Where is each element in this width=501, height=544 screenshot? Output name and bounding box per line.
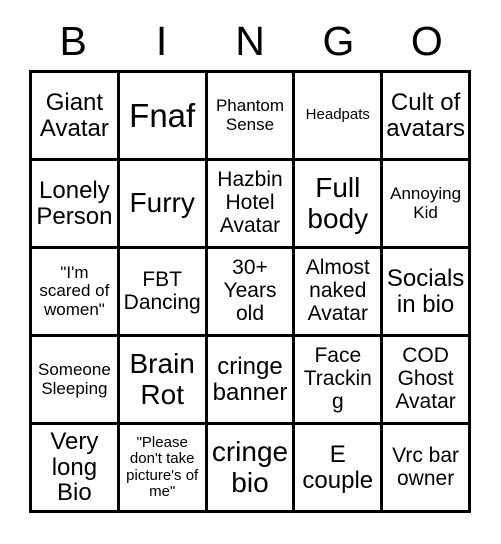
bingo-cell-label: FBT Dancing: [123, 267, 201, 314]
bingo-cell-label: 30+ Years old: [223, 256, 277, 325]
bingo-cell-r3c1[interactable]: "I'm scared of women": [32, 249, 120, 337]
bingo-cell-label: Very long Bio: [50, 427, 99, 507]
bingo-cell-r5c4[interactable]: E couple: [295, 425, 384, 513]
bingo-cell-r4c2[interactable]: Brain Rot: [119, 337, 208, 425]
bingo-cell-label: Socials in bio: [386, 264, 465, 318]
bingo-header-letter-i: I: [155, 18, 168, 64]
bingo-cell-label: "I'm scared of women": [39, 262, 110, 319]
bingo-cell-r4c5[interactable]: COD Ghost Avatar: [383, 337, 471, 425]
bingo-cell-label: "Please don't take picture's of me": [126, 434, 199, 500]
bingo-cell-r1c1[interactable]: Giant Avatar: [32, 73, 120, 161]
bingo-cell-label: Someone Sleeping: [38, 360, 111, 398]
bingo-cell-label: Cult of avatars: [386, 88, 465, 142]
bingo-cell-label: COD Ghost Avatar: [395, 344, 456, 413]
bingo-cell-r1c3[interactable]: Phantom Sense: [207, 73, 296, 161]
bingo-cell-label: Vrc bar owner: [392, 443, 460, 490]
bingo-cell-label: Headpats: [305, 106, 370, 124]
bingo-cell-r2c3[interactable]: Hazbin Hotel Avatar: [207, 161, 296, 249]
bingo-cell-r5c3[interactable]: cringe bio: [207, 425, 296, 513]
bingo-cell-r1c4[interactable]: Headpats: [295, 73, 384, 161]
bingo-cell-r2c1[interactable]: Lonely Person: [32, 161, 120, 249]
bingo-cell-label: Hazbin Hotel Avatar: [217, 168, 283, 237]
bingo-header-letter-o: O: [410, 18, 443, 64]
bingo-header-row: B I N G O: [29, 14, 471, 68]
bingo-cell-r2c5[interactable]: Annoying Kid: [383, 161, 471, 249]
bingo-cell-label: Phantom Sense: [215, 96, 285, 134]
bingo-grid: Giant Avatar Fnaf Phantom Sense Headpats Cul…: [29, 70, 471, 513]
bingo-cell-label: Giant Avatar: [39, 88, 109, 142]
bingo-cell-r3c4[interactable]: Almost naked Avatar: [295, 249, 384, 337]
bingo-cell-label: cringe banner: [212, 352, 288, 406]
bingo-cell-label: Almost naked Avatar: [305, 256, 370, 325]
bingo-cell-label: Annoying Kid: [390, 184, 462, 222]
bingo-cell-label: cringe bio: [211, 436, 289, 498]
bingo-cell-label: Face Tracking: [303, 344, 372, 413]
bingo-header-letter-g: G: [322, 18, 355, 64]
bingo-cell-r4c4[interactable]: Face Tracking: [295, 337, 384, 425]
bingo-cell-r3c5[interactable]: Socials in bio: [383, 249, 471, 337]
bingo-cell-r5c1[interactable]: Very long Bio: [32, 425, 120, 513]
bingo-cell-r4c1[interactable]: Someone Sleeping: [32, 337, 120, 425]
bingo-cell-label: Full body: [307, 172, 369, 234]
bingo-cell-r3c2[interactable]: FBT Dancing: [119, 249, 208, 337]
bingo-header-letter-n: N: [235, 18, 265, 64]
bingo-cell-r2c4[interactable]: Full body: [295, 161, 384, 249]
bingo-cell-r5c2[interactable]: "Please don't take picture's of me": [119, 425, 208, 513]
bingo-cell-r3c3[interactable]: 30+ Years old: [207, 249, 296, 337]
bingo-card: B I N G O Giant Avatar Fnaf Phantom Sense H…: [0, 0, 501, 544]
bingo-cell-r1c5[interactable]: Cult of avatars: [383, 73, 471, 161]
bingo-cell-label: Fnaf: [129, 96, 196, 134]
bingo-cell-label: Brain Rot: [129, 348, 195, 410]
bingo-cell-r4c3[interactable]: cringe banner: [207, 337, 296, 425]
bingo-cell-label: Furry: [129, 187, 195, 219]
bingo-cell-label: E couple: [302, 440, 374, 494]
bingo-cell-r5c5[interactable]: Vrc bar owner: [383, 425, 471, 513]
bingo-cell-r2c2[interactable]: Furry: [119, 161, 208, 249]
bingo-header-letter-b: B: [59, 18, 87, 64]
bingo-cell-r1c2[interactable]: Fnaf: [119, 73, 208, 161]
bingo-cell-label: Lonely Person: [36, 176, 113, 230]
